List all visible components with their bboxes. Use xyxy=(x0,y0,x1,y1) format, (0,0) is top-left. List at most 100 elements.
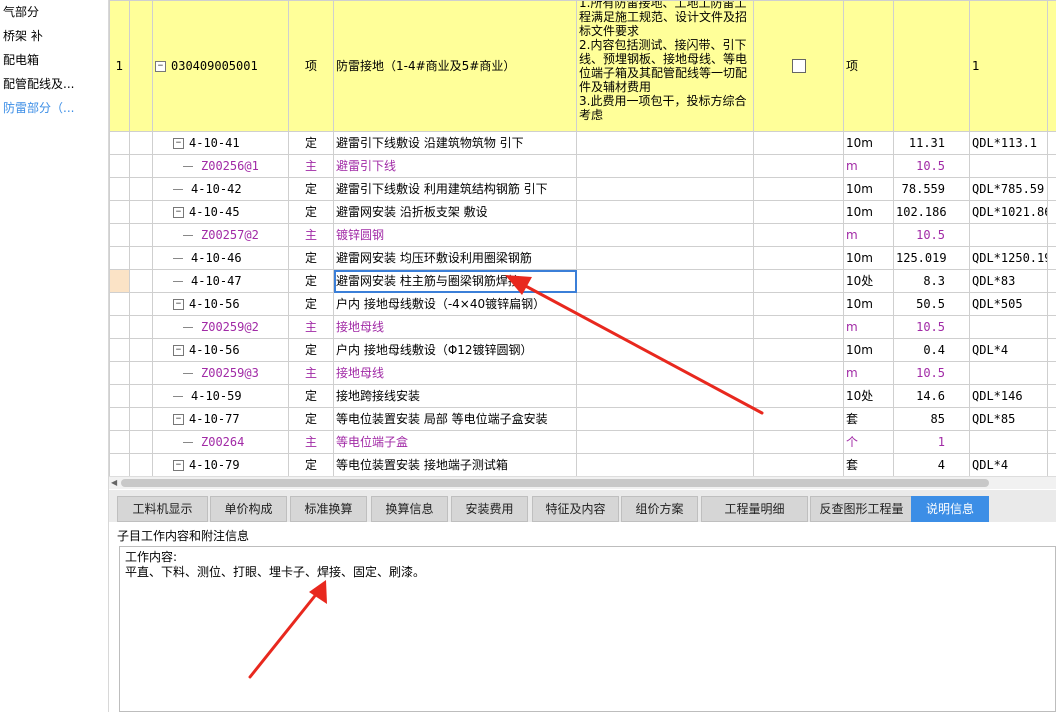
table-row[interactable]: −4-10-79 定等电位装置安装 接地端子测试箱套 4 QDL*4 xyxy=(109,453,1056,477)
row-qdl[interactable]: QDL*505 xyxy=(969,292,1048,316)
row-name[interactable]: 接地跨接线安装 xyxy=(333,384,577,408)
scroll-left-icon[interactable]: ◀ xyxy=(111,478,117,487)
row-qty[interactable]: 78.559 xyxy=(893,177,970,201)
row-checkbox-cell[interactable] xyxy=(753,0,844,132)
table-row[interactable]: Z00264 主等电位端子盒 个 1 xyxy=(109,430,1056,454)
row-qdl[interactable]: QDL*785.59 xyxy=(969,177,1048,201)
row-qdl[interactable] xyxy=(969,361,1048,385)
row-qdl[interactable] xyxy=(969,154,1048,178)
row-checkbox-cell[interactable] xyxy=(753,246,844,270)
row-name[interactable]: 镀锌圆钢 xyxy=(333,223,577,247)
row-name[interactable]: 等电位装置安装 局部 等电位端子盒安装 xyxy=(333,407,577,431)
row-qdl[interactable]: QDL*83 xyxy=(969,269,1048,293)
row-qty[interactable]: 10.5 xyxy=(893,315,970,339)
row-qty[interactable]: 10.5 xyxy=(893,361,970,385)
row-checkbox-cell[interactable] xyxy=(753,407,844,431)
sidebar-item[interactable]: 气部分 xyxy=(0,0,108,24)
row-name[interactable]: 避雷引下线敷设 利用建筑结构钢筋 引下 xyxy=(333,177,577,201)
row-name[interactable]: 等电位装置安装 接地端子测试箱 xyxy=(333,453,577,477)
row-code[interactable]: −4-10-79 xyxy=(152,453,289,477)
row-checkbox-cell[interactable] xyxy=(753,154,844,178)
row-code[interactable]: 4-10-47 xyxy=(152,269,289,293)
table-row[interactable]: −4-10-56 定户内 接地母线敷设（Φ12镀锌圆钢） 10m 0.4 QDL*4 xyxy=(109,338,1056,362)
tab[interactable]: 单价构成 xyxy=(210,496,287,522)
row-name[interactable]: 避雷网安装 沿折板支架 敷设 xyxy=(333,200,577,224)
row-qty[interactable]: 10.5 xyxy=(893,223,970,247)
table-row[interactable]: Z00259@2 主接地母线 m 10.5 xyxy=(109,315,1056,339)
row-description[interactable] xyxy=(576,177,754,201)
row-checkbox-cell[interactable] xyxy=(753,200,844,224)
row-name[interactable]: 户内 接地母线敷设（Φ12镀锌圆钢） xyxy=(333,338,577,362)
row-description[interactable] xyxy=(576,292,754,316)
row-code[interactable]: 4-10-42 xyxy=(152,177,289,201)
sidebar-item[interactable]: 配管配线及... xyxy=(0,72,108,96)
row-checkbox-cell[interactable] xyxy=(753,315,844,339)
table-row[interactable]: −4-10-56 定户内 接地母线敷设（-4×40镀锌扁钢） 10m 50.5 QDL*… xyxy=(109,292,1056,316)
row-checkbox-cell[interactable] xyxy=(753,384,844,408)
row-code[interactable]: −4-10-45 xyxy=(152,200,289,224)
table-row-bill-item[interactable]: 1−030409005001 项防雷接地（1-4#商业及5#商业） 1.所有防雷接地… xyxy=(109,0,1056,132)
row-qty[interactable]: 50.5 xyxy=(893,292,970,316)
row-checkbox[interactable] xyxy=(791,59,806,74)
row-checkbox-cell[interactable] xyxy=(753,430,844,454)
row-code[interactable]: −4-10-56 xyxy=(152,338,289,362)
tab[interactable]: 特征及内容 xyxy=(532,496,619,522)
sidebar-item[interactable]: 桥架 补 xyxy=(0,24,108,48)
row-description[interactable] xyxy=(576,269,754,293)
tab[interactable]: 换算信息 xyxy=(371,496,448,522)
row-name[interactable]: 接地母线 xyxy=(333,361,577,385)
row-checkbox-cell[interactable] xyxy=(753,338,844,362)
horizontal-scrollbar[interactable]: ◀ xyxy=(109,476,1056,489)
row-checkbox-cell[interactable] xyxy=(753,292,844,316)
row-checkbox-cell[interactable] xyxy=(753,177,844,201)
row-code[interactable]: −030409005001 xyxy=(152,0,289,132)
row-qty[interactable]: 8.3 xyxy=(893,269,970,293)
table-row[interactable]: Z00259@3 主接地母线 m 10.5 xyxy=(109,361,1056,385)
row-description[interactable] xyxy=(576,430,754,454)
table-row[interactable]: 4-10-47 定避雷网安装 柱主筋与圈梁钢筋焊接 10处 8.3 QDL*83 xyxy=(109,269,1056,293)
collapse-icon[interactable]: − xyxy=(173,138,184,149)
table-row[interactable]: Z00257@2 主镀锌圆钢 m 10.5 xyxy=(109,223,1056,247)
row-description[interactable] xyxy=(576,361,754,385)
row-code[interactable]: 4-10-46 xyxy=(152,246,289,270)
collapse-icon[interactable]: − xyxy=(173,460,184,471)
scrollbar-thumb[interactable] xyxy=(121,479,989,487)
row-name[interactable]: 避雷引下线 xyxy=(333,154,577,178)
row-description[interactable] xyxy=(576,131,754,155)
collapse-icon[interactable]: − xyxy=(173,345,184,356)
table-row[interactable]: 4-10-46 定避雷网安装 均压环敷设利用圈梁钢筋 10m 125.019 QDL*1… xyxy=(109,246,1056,270)
row-qty[interactable]: 102.186 xyxy=(893,200,970,224)
row-description[interactable] xyxy=(576,154,754,178)
row-qty[interactable]: 125.019 xyxy=(893,246,970,270)
row-qdl[interactable]: QDL*1021.86 xyxy=(969,200,1048,224)
row-qty[interactable]: 11.31 xyxy=(893,131,970,155)
row-name[interactable]: 户内 接地母线敷设（-4×40镀锌扁钢） xyxy=(333,292,577,316)
row-code[interactable]: Z00257@2 xyxy=(152,223,289,247)
row-qty[interactable]: 10.5 xyxy=(893,154,970,178)
sidebar-item[interactable]: 防雷部分（... xyxy=(0,96,108,120)
row-name[interactable]: 避雷引下线敷设 沿建筑物筑物 引下 xyxy=(333,131,577,155)
row-qdl[interactable]: QDL*85 xyxy=(969,407,1048,431)
row-name[interactable]: 接地母线 xyxy=(333,315,577,339)
row-qty[interactable]: 1 xyxy=(893,430,970,454)
row-qdl[interactable] xyxy=(969,223,1048,247)
row-description[interactable] xyxy=(576,246,754,270)
row-qdl[interactable]: QDL*4 xyxy=(969,338,1048,362)
sidebar-item[interactable]: 配电箱 xyxy=(0,48,108,72)
tab[interactable]: 反查图形工程量 xyxy=(810,496,913,522)
row-description[interactable]: 1.所有防雷接地、工地工防雷工程满足施工规范、设计文件及招标文件要求 2.内容包… xyxy=(576,0,754,132)
row-description[interactable] xyxy=(576,407,754,431)
row-description[interactable] xyxy=(576,200,754,224)
table-row[interactable]: −4-10-45 定避雷网安装 沿折板支架 敷设 10m 102.186 QDL*102… xyxy=(109,200,1056,224)
row-code[interactable]: Z00264 xyxy=(152,430,289,454)
row-checkbox-cell[interactable] xyxy=(753,223,844,247)
collapse-icon[interactable]: − xyxy=(173,299,184,310)
tab[interactable]: 安装费用 xyxy=(451,496,528,522)
row-qdl[interactable]: QDL*146 xyxy=(969,384,1048,408)
row-qdl[interactable] xyxy=(969,315,1048,339)
row-description[interactable] xyxy=(576,384,754,408)
row-description[interactable] xyxy=(576,453,754,477)
row-code[interactable]: −4-10-77 xyxy=(152,407,289,431)
row-qdl[interactable]: QDL*1250.19 xyxy=(969,246,1048,270)
table-row[interactable]: 4-10-59 定接地跨接线安装 10处 14.6 QDL*146 xyxy=(109,384,1056,408)
